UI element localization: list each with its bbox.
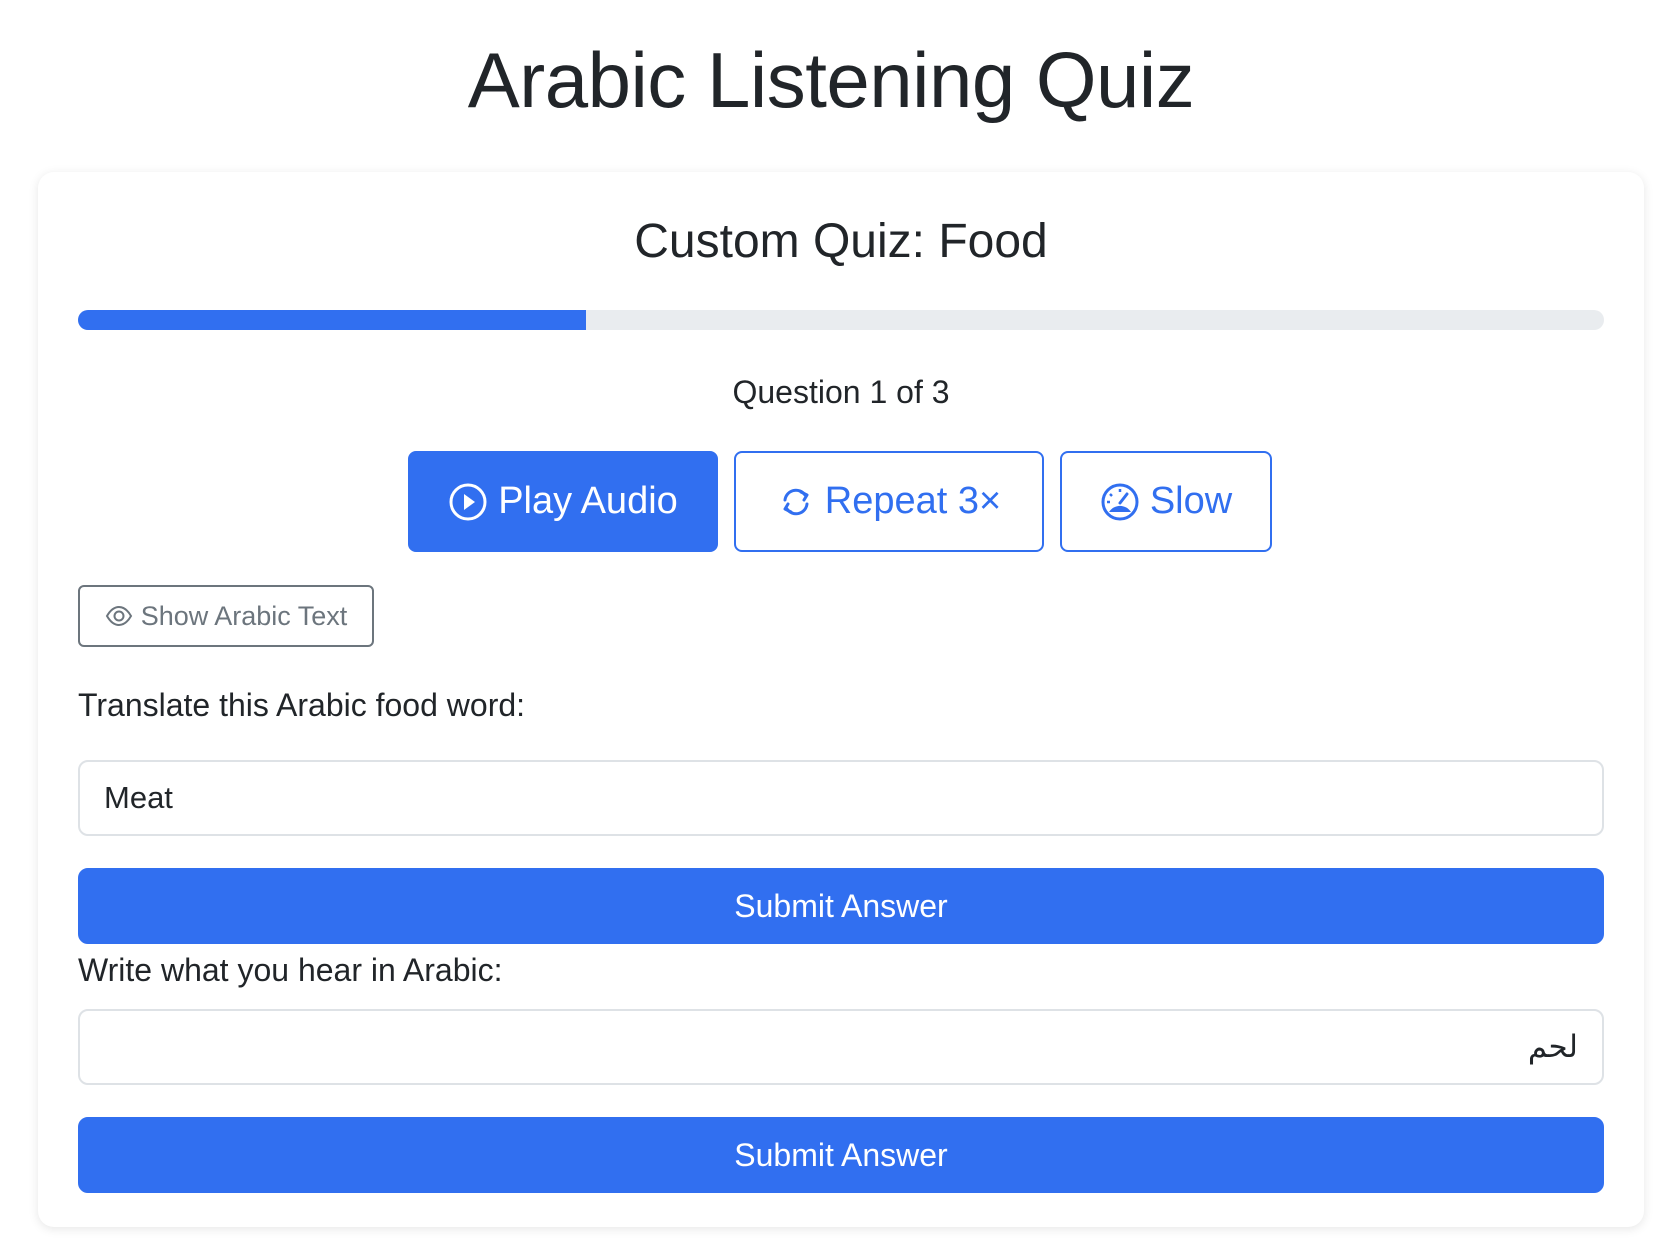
progress-bar-track — [78, 310, 1604, 330]
progress-bar-fill — [78, 310, 587, 330]
submit-translation-button[interactable]: Submit Answer — [78, 868, 1604, 944]
slow-button[interactable]: Slow — [1060, 451, 1272, 552]
repeat-button[interactable]: Repeat 3× — [734, 451, 1044, 552]
play-audio-button[interactable]: Play Audio — [408, 451, 718, 552]
quiz-card: Custom Quiz: Food Question 1 of 3 Play A… — [38, 172, 1644, 1227]
translation-input[interactable] — [78, 760, 1604, 836]
show-arabic-text-label: Show Arabic Text — [140, 600, 348, 631]
show-arabic-text-button[interactable]: Show Arabic Text — [78, 585, 374, 647]
submit-arabic-button[interactable]: Submit Answer — [78, 1117, 1604, 1193]
slow-label: Slow — [1149, 480, 1233, 522]
quiz-title: Custom Quiz: Food — [634, 215, 1048, 268]
translate-label: Translate this Arabic food word: — [78, 687, 526, 723]
repeat-label: Repeat 3× — [824, 480, 1002, 522]
play-circle-icon — [448, 482, 488, 522]
refresh-icon — [777, 483, 815, 521]
question-counter: Question 1 of 3 — [732, 374, 950, 410]
eye-icon — [105, 602, 133, 630]
arabic-input[interactable] — [78, 1009, 1604, 1085]
speedometer-icon — [1100, 482, 1140, 522]
page-title: Arabic Listening Quiz — [467, 36, 1195, 124]
write-label: Write what you hear in Arabic: — [78, 952, 503, 988]
play-audio-label: Play Audio — [498, 480, 678, 522]
